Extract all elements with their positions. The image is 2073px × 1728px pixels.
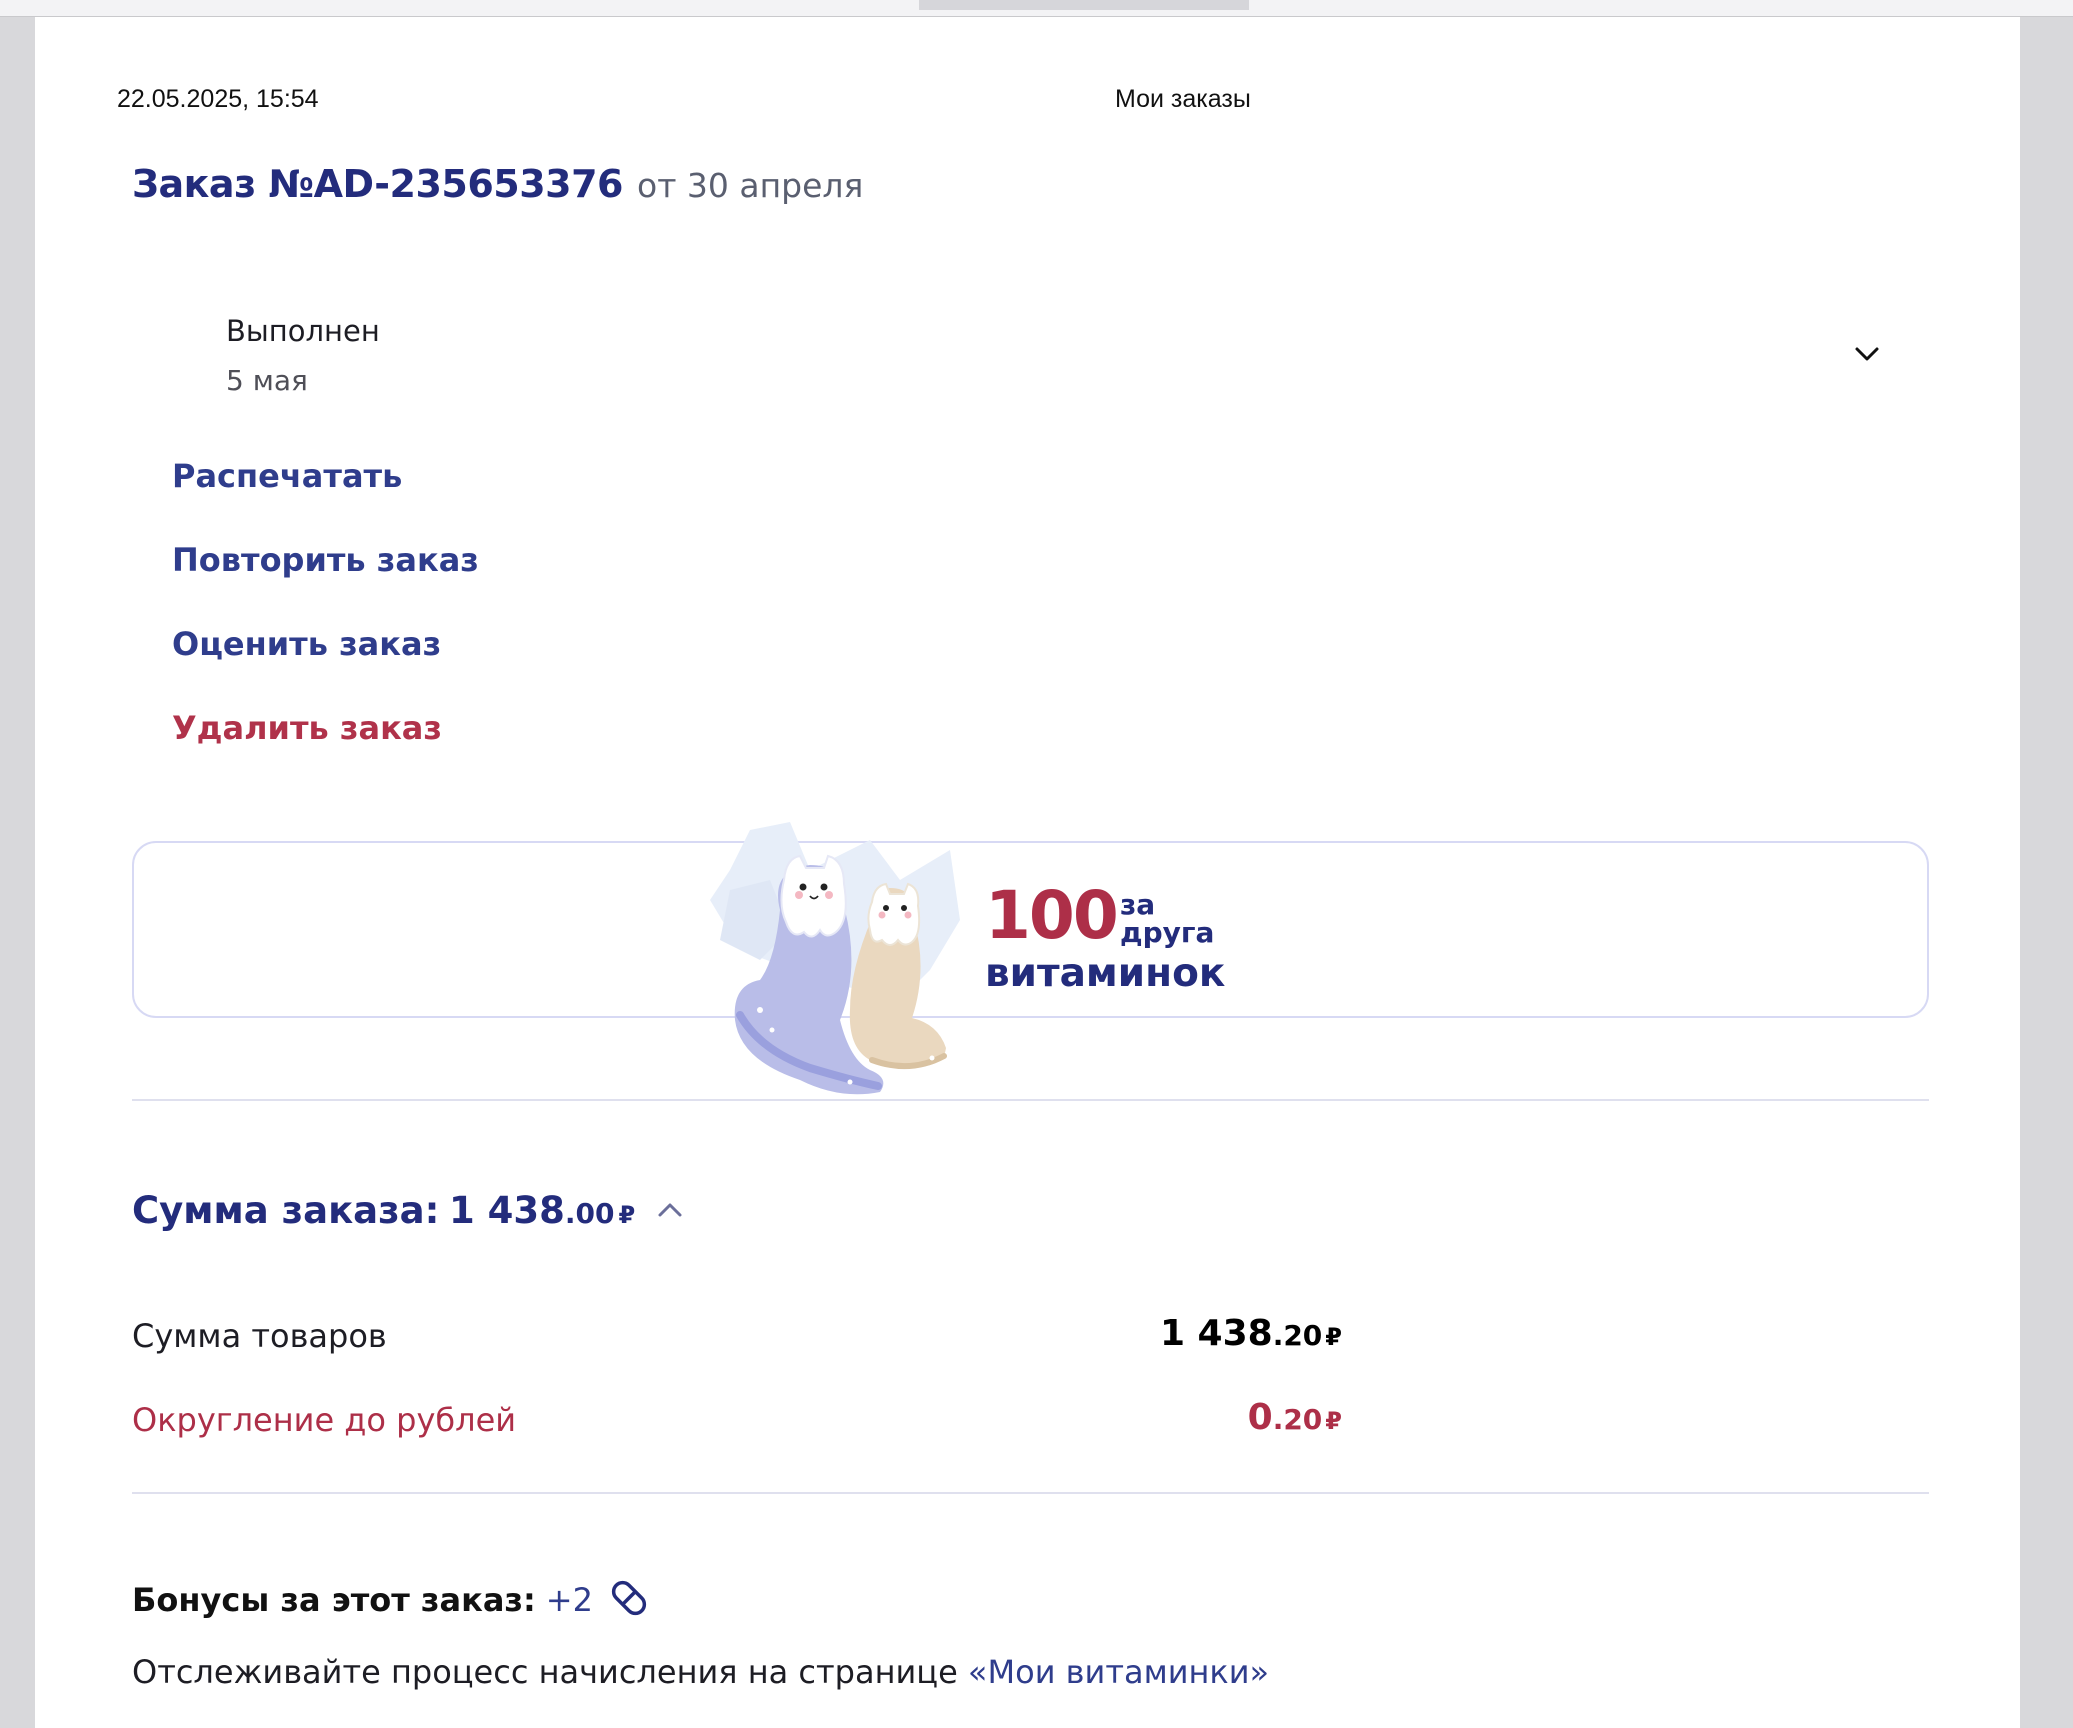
- delete-order-link[interactable]: Удалить заказ: [172, 709, 479, 793]
- bonus-value: +2: [545, 1581, 593, 1619]
- rounding-int: 0: [1247, 1397, 1273, 1438]
- chevron-down-icon[interactable]: [1850, 337, 1884, 371]
- status-label: Выполнен: [226, 314, 380, 348]
- divider: [132, 1492, 1929, 1494]
- bonus-label: Бонусы за этот заказ:: [132, 1581, 536, 1619]
- goods-sum-int: 1 438: [1159, 1313, 1273, 1354]
- bonus-line: Бонусы за этот заказ: +2: [132, 1575, 652, 1621]
- promo-for-line1: за: [1120, 888, 1156, 921]
- print-title: Мои заказы: [1115, 85, 1251, 113]
- goods-sum-currency: ₽: [1325, 1323, 1342, 1351]
- rate-order-link[interactable]: Оценить заказ: [172, 625, 479, 709]
- print-order-link[interactable]: Распечатать: [172, 457, 479, 541]
- order-title: Заказ №AD-235653376 от 30 апреля: [132, 162, 863, 206]
- order-status: Выполнен 5 мая: [226, 314, 380, 397]
- chevron-up-icon[interactable]: [655, 1195, 685, 1225]
- cats-illustration: [710, 822, 960, 1095]
- rounding-row: Округление до рублей 0.20 ₽: [132, 1397, 1342, 1439]
- sum-currency: ₽: [618, 1201, 636, 1229]
- tracking-text: Отслеживайте процесс начисления на стран…: [132, 1653, 1269, 1691]
- order-sum-toggle[interactable]: Сумма заказа: 1 438.00 ₽: [132, 1189, 685, 1232]
- print-datetime: 22.05.2025, 15:54: [117, 85, 319, 113]
- print-page: 22.05.2025, 15:54 Мои заказы Заказ №AD-2…: [35, 17, 2020, 1728]
- tracking-prefix: Отслеживайте процесс начисления на стран…: [132, 1653, 968, 1691]
- order-date: от 30 апреля: [637, 166, 864, 205]
- repeat-order-link[interactable]: Повторить заказ: [172, 541, 479, 625]
- my-vitamins-link[interactable]: «Мои витаминки»: [968, 1653, 1269, 1691]
- promo-for-line2: друга: [1120, 916, 1215, 949]
- rounding-currency: ₽: [1325, 1407, 1342, 1435]
- promo-unit: витаминок: [985, 951, 1226, 996]
- promo-amount: 100: [985, 877, 1119, 954]
- rounding-label: Округление до рублей: [132, 1401, 517, 1439]
- goods-sum-value: 1 438.20 ₽: [1160, 1313, 1342, 1354]
- goods-sum-label: Сумма товаров: [132, 1317, 387, 1355]
- pill-icon: [611, 1580, 647, 1616]
- order-actions: Распечатать Повторить заказ Оценить зака…: [172, 457, 479, 793]
- sum-total-kop: .00: [564, 1197, 615, 1230]
- promo-for: за друга: [1120, 891, 1214, 947]
- divider: [132, 1099, 1929, 1101]
- rounding-kop: .20: [1272, 1403, 1323, 1436]
- goods-sum-row: Сумма товаров 1 438.20 ₽: [132, 1313, 1342, 1355]
- order-number: Заказ №AD-235653376: [132, 162, 624, 206]
- sum-label: Сумма заказа:: [132, 1189, 440, 1232]
- rounding-value: 0.20 ₽: [1248, 1397, 1342, 1438]
- goods-sum-kop: .20: [1272, 1319, 1323, 1352]
- status-date: 5 мая: [226, 364, 308, 397]
- scroll-tab[interactable]: [919, 0, 1249, 10]
- sum-total-int: 1 438: [449, 1189, 565, 1232]
